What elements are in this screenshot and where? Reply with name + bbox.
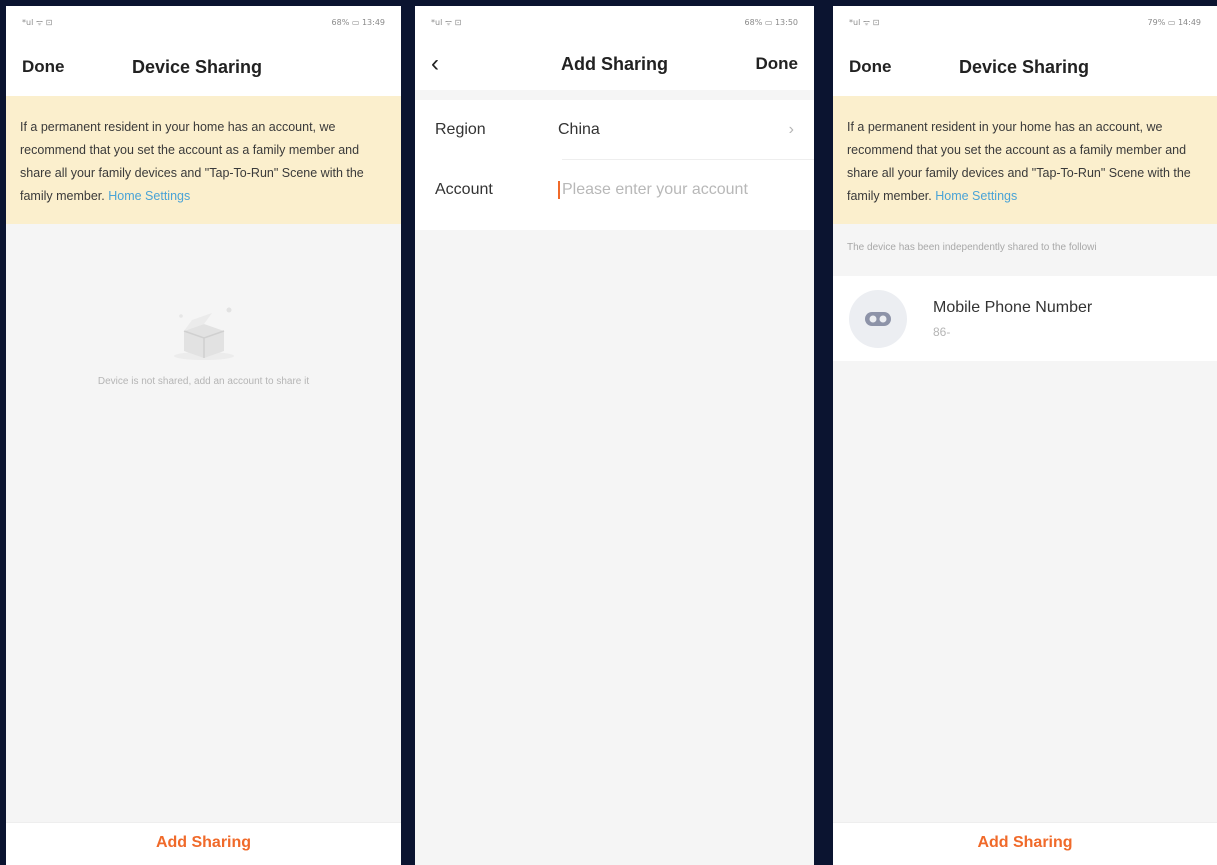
- status-bar: *ul ᯤ ⊡ 68% ▭ 13:50: [415, 6, 814, 38]
- device-sharing-screen-empty: *ul ᯤ ⊡ 68% ▭ 13:49 Done Device Sharing …: [6, 6, 401, 865]
- status-left: *ul ᯤ ⊡: [22, 17, 53, 27]
- empty-message: Device is not shared, add an account to …: [97, 376, 310, 387]
- page-title: Add Sharing: [561, 53, 668, 74]
- done-button[interactable]: Done: [756, 54, 799, 74]
- add-sharing-button[interactable]: Add Sharing: [833, 822, 1217, 865]
- nav-bar: Done Device Sharing: [833, 38, 1217, 96]
- page-title: Device Sharing: [132, 56, 263, 77]
- status-left: *ul ᯤ ⊡: [431, 17, 462, 27]
- page-title: Device Sharing: [959, 56, 1090, 77]
- region-value: China: [558, 121, 600, 138]
- nav-bar: Done Device Sharing: [6, 38, 401, 96]
- add-sharing-screen: *ul ᯤ ⊡ 68% ▭ 13:50 ‹ Add Sharing Done R…: [415, 6, 814, 865]
- notice-text: If a permanent resident in your home has…: [847, 120, 1191, 203]
- empty-state: Device is not shared, add an account to …: [6, 296, 401, 387]
- avatar: [849, 289, 907, 348]
- family-notice: If a permanent resident in your home has…: [6, 96, 401, 224]
- nav-bar: ‹ Add Sharing Done: [415, 38, 814, 90]
- status-right: 68% ▭ 13:50: [744, 17, 798, 27]
- family-notice: If a permanent resident in your home has…: [833, 96, 1217, 224]
- status-left: *ul ᯤ ⊡: [849, 17, 880, 27]
- account-label: Account: [435, 181, 493, 198]
- done-button[interactable]: Done: [22, 57, 132, 77]
- status-right: 68% ▭ 13:49: [331, 17, 385, 27]
- account-input[interactable]: [558, 181, 778, 199]
- chevron-right-icon: ›: [788, 121, 794, 138]
- shared-caption: The device has been independently shared…: [847, 242, 1097, 253]
- region-label: Region: [435, 121, 486, 138]
- shared-account-item[interactable]: Mobile Phone Number 86-: [833, 276, 1217, 361]
- notice-text: If a permanent resident in your home has…: [20, 120, 364, 203]
- status-bar: *ul ᯤ ⊡ 68% ▭ 13:49: [6, 6, 401, 38]
- add-sharing-button[interactable]: Add Sharing: [6, 822, 401, 865]
- status-right: 79% ▭ 14:49: [1147, 17, 1201, 27]
- home-settings-link[interactable]: Home Settings: [108, 189, 190, 203]
- shared-account-name: Mobile Phone Number: [933, 298, 1093, 316]
- shared-account-number: 86-: [933, 324, 951, 339]
- back-arrow-icon[interactable]: ‹: [431, 50, 461, 78]
- user-avatar-icon: [865, 311, 891, 326]
- device-sharing-screen-shared: *ul ᯤ ⊡ 79% ▭ 14:49 Done Device Sharing …: [833, 6, 1217, 865]
- done-button[interactable]: Done: [849, 57, 959, 77]
- home-settings-link[interactable]: Home Settings: [935, 189, 1017, 203]
- shared-account-text: Mobile Phone Number 86-: [933, 299, 1092, 339]
- account-row: Account: [415, 160, 814, 220]
- empty-box-icon: [173, 307, 234, 360]
- section-gap: [415, 90, 814, 100]
- sharing-form: Region China › Account: [415, 100, 814, 230]
- region-row[interactable]: Region China ›: [415, 100, 814, 160]
- status-bar: *ul ᯤ ⊡ 79% ▭ 14:49: [833, 6, 1217, 38]
